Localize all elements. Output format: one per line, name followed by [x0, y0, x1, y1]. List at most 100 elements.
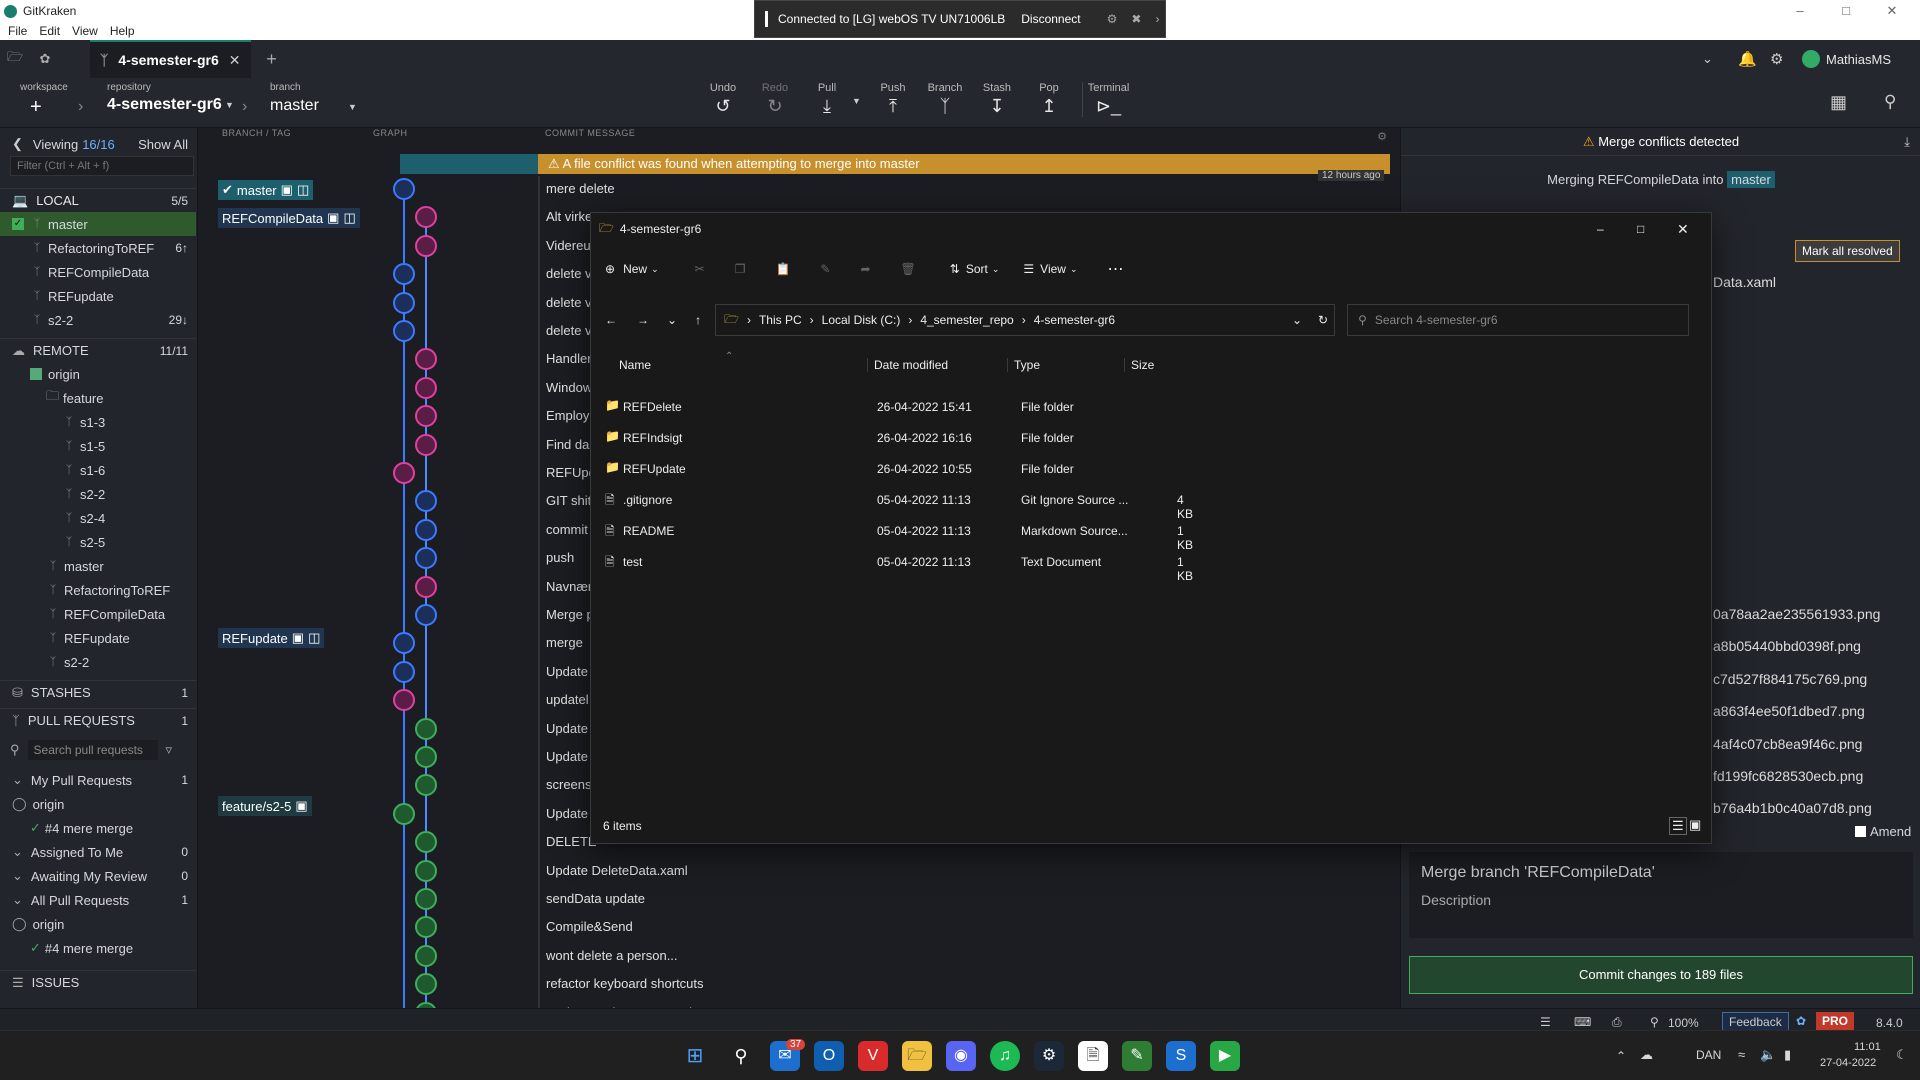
- spotify-icon[interactable]: ♫: [990, 1041, 1020, 1071]
- menu-help[interactable]: Help: [110, 24, 135, 38]
- local-branch[interactable]: ᛉ s2-2 29↓: [0, 308, 196, 332]
- share-icon[interactable]: ➦: [860, 262, 870, 276]
- pr-search-input[interactable]: Search pull requests: [27, 740, 158, 760]
- onedrive-icon[interactable]: ☁: [1640, 1047, 1653, 1063]
- remote-branch[interactable]: ᛉ s2-2: [0, 650, 196, 674]
- remote-branch[interactable]: ᛉ REFCompileData: [0, 602, 196, 626]
- remote-branch[interactable]: ᛉ s2-2: [0, 482, 196, 506]
- disconnect-button[interactable]: Disconnect: [1021, 12, 1080, 26]
- discord-icon[interactable]: ◉: [946, 1041, 976, 1071]
- tab-repo[interactable]: ᛉ 4-semester-gr6 ✕: [90, 40, 251, 78]
- pr-item[interactable]: ✓ #4 mere merge: [0, 816, 196, 840]
- mark-all-resolved-button[interactable]: Mark all resolved: [1795, 240, 1900, 262]
- undo-button[interactable]: Undo ↺: [697, 82, 749, 117]
- commit-node[interactable]: [415, 547, 437, 570]
- commit-node[interactable]: [393, 802, 415, 825]
- notifications-icon[interactable]: ☾: [1896, 1047, 1908, 1063]
- maximize-icon[interactable]: □: [1826, 0, 1866, 22]
- remote-branch[interactable]: ᛉ s1-5: [0, 434, 196, 458]
- commit-node[interactable]: [393, 462, 415, 484]
- sort-icon[interactable]: ⇅: [950, 262, 960, 276]
- changed-file[interactable]: 0a78aa2ae235561933.png: [1713, 606, 1880, 622]
- col-date[interactable]: Date modified: [867, 358, 948, 372]
- commit-node[interactable]: [415, 490, 437, 513]
- commit-node[interactable]: [393, 689, 415, 712]
- delete-icon[interactable]: 🗑: [901, 262, 916, 276]
- search-icon[interactable]: ⚲: [726, 1041, 756, 1071]
- terminal-button[interactable]: Terminal ⊳_: [1082, 82, 1134, 117]
- download-icon[interactable]: ⤓: [1904, 134, 1910, 150]
- all-pull-requests[interactable]: ⌄ All Pull Requests 1: [0, 888, 196, 912]
- tray-chevron-icon[interactable]: ⌃: [1616, 1049, 1626, 1063]
- remote-branch[interactable]: ᛉ s1-3: [0, 410, 196, 434]
- local-branch[interactable]: ᛉ REFupdate: [0, 284, 196, 308]
- remote-origin[interactable]: origin: [0, 362, 196, 386]
- commit-node[interactable]: [415, 717, 437, 740]
- description-input[interactable]: Description: [1409, 882, 1913, 918]
- new-tab-icon[interactable]: +: [257, 49, 287, 70]
- file-row[interactable]: 📁 REFIndsigt 26-04-2022 16:16 File folder: [599, 422, 1199, 453]
- commit-message[interactable]: refactor keyboard shortcuts: [538, 971, 938, 997]
- pop-button[interactable]: Pop ↥: [1023, 82, 1075, 117]
- search-box[interactable]: ⚲ Search 4-semester-gr6: [1347, 304, 1690, 336]
- zoom-icon[interactable]: ⚲: [1650, 1015, 1659, 1029]
- avatar[interactable]: [1802, 50, 1820, 68]
- local-branch[interactable]: ᛉ REFCompileData: [0, 260, 196, 284]
- maximize-icon[interactable]: □: [1637, 222, 1644, 236]
- print-icon[interactable]: ⎙: [1612, 1015, 1622, 1030]
- chevron-down-icon[interactable]: ⌄: [1702, 51, 1713, 67]
- amend-checkbox[interactable]: Amend: [1855, 824, 1911, 839]
- pull-button[interactable]: Pull ⤓: [801, 82, 853, 117]
- address-bar[interactable]: 🗁 › This PC › Local Disk (C:) › 4_semester_…: [715, 304, 1336, 336]
- col-type[interactable]: Type: [1007, 358, 1040, 372]
- settings-icon[interactable]: ⚙: [1770, 50, 1783, 68]
- file-row[interactable]: 🗎 .gitignore 05-04-2022 11:13 Git Ignore So…: [599, 484, 1199, 521]
- remote-branch[interactable]: ᛉ RefactoringToREF: [0, 578, 196, 602]
- windows-start-icon[interactable]: ⊞: [680, 1041, 710, 1071]
- file-row[interactable]: 📁 REFDelete 26-04-2022 15:41 File folder: [599, 391, 1199, 422]
- pr-origin[interactable]: ◯ origin: [0, 912, 196, 936]
- changed-file[interactable]: a8b05440bbd0398f.png: [1713, 638, 1861, 654]
- local-branch-master[interactable]: ✓ ᛉ master: [0, 212, 196, 236]
- caret-down-icon[interactable]: ▼: [225, 100, 234, 110]
- up-icon[interactable]: ↑: [695, 313, 701, 327]
- pr-item[interactable]: ✓ #4 mere merge: [0, 936, 196, 960]
- commit-node[interactable]: [415, 433, 437, 456]
- file-row[interactable]: 🗎 README 05-04-2022 11:13 Markdown Source..…: [599, 515, 1199, 552]
- commit-button[interactable]: Commit changes to 189 files: [1409, 956, 1913, 994]
- conflict-banner[interactable]: ⚠ A file conflict was found when attempt…: [538, 154, 1390, 174]
- show-all-button[interactable]: Show All: [138, 137, 188, 152]
- view-icon[interactable]: ☰: [1023, 262, 1034, 276]
- commit-node[interactable]: [415, 973, 437, 996]
- menu-view[interactable]: View: [72, 24, 98, 38]
- breadcrumb-item[interactable]: 4_semester_repo: [920, 313, 1013, 327]
- commit-message[interactable]: sendData update: [538, 886, 938, 912]
- user-name[interactable]: MathiasMS: [1826, 52, 1891, 67]
- branch-button[interactable]: Branch ᛉ: [919, 82, 971, 117]
- clock-time[interactable]: 11:01: [1854, 1041, 1881, 1053]
- branch-label-refcompiledata[interactable]: REFCompileData ▣ ◫: [218, 208, 360, 228]
- commit-node[interactable]: [415, 888, 437, 910]
- commit-node[interactable]: [393, 320, 415, 342]
- branch-label-feature-s2-5[interactable]: feature/s2-5 ▣: [218, 796, 312, 816]
- menu-file[interactable]: File: [8, 24, 27, 38]
- settings-icon[interactable]: ⚙: [1377, 130, 1387, 143]
- rename-icon[interactable]: ✎: [820, 262, 830, 276]
- file-row[interactable]: 📁 REFUpdate 26-04-2022 10:55 File folder: [599, 453, 1199, 484]
- col-name[interactable]: Name: [619, 358, 651, 372]
- sort-button[interactable]: Sort: [966, 262, 988, 276]
- layout-icon[interactable]: ▦: [1830, 92, 1847, 113]
- col-size[interactable]: Size: [1124, 358, 1154, 372]
- commit-node[interactable]: [393, 291, 415, 314]
- branch-label-master[interactable]: ✔ master ▣ ◫: [218, 180, 314, 200]
- changed-file[interactable]: fd199fc6828530ecb.png: [1713, 768, 1863, 784]
- add-workspace-icon[interactable]: +: [30, 96, 42, 119]
- commit-node[interactable]: [415, 234, 437, 257]
- pull-requests-section-header[interactable]: ᛉ PULL REQUESTS 1: [0, 708, 196, 732]
- remote-branch[interactable]: ᛉ s1-6: [0, 458, 196, 482]
- commit-message[interactable]: Update DeleteData.xaml: [538, 858, 938, 884]
- changed-file[interactable]: 4af4c07cb8ea9f46c.png: [1713, 736, 1862, 752]
- commit-node[interactable]: [415, 604, 437, 626]
- summary-input[interactable]: Merge branch 'REFCompileData': [1409, 852, 1913, 882]
- bell-icon[interactable]: 🔔: [1738, 50, 1757, 68]
